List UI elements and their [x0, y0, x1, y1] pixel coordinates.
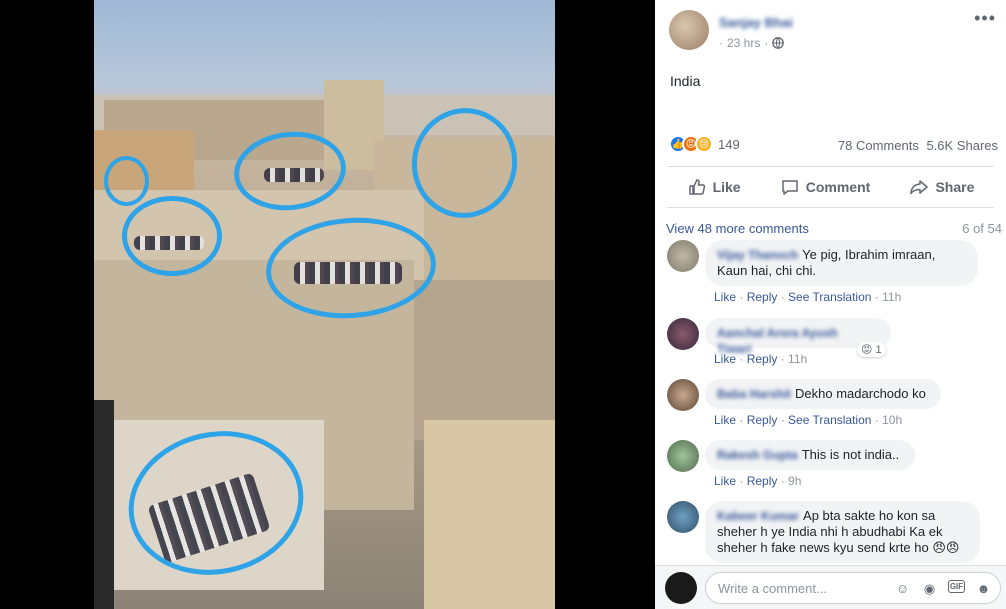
comment-like-link[interactable]: Like [714, 474, 736, 488]
commenter-avatar[interactable] [667, 440, 699, 472]
comment-bubble: Kabeer Kumar Ap bta sakte ho kon sa shehe… [705, 501, 980, 563]
meta-dot-2: · [764, 36, 769, 50]
comment-bubble: Vijay Thanoch Ye pig, Ibrahim imraan, Kau… [705, 240, 978, 286]
comment-actions: Like · Reply · See Translation · 10h [714, 413, 903, 427]
comment-button[interactable]: Comment [780, 177, 871, 197]
comment-like-link[interactable]: Like [714, 413, 736, 427]
composer-icons: ☺ ◉ GIF ☻ [894, 580, 992, 597]
see-translation-link[interactable]: See Translation [788, 413, 871, 427]
like-button[interactable]: Like [687, 177, 741, 197]
post-stats: 78 Comments 5.6K Shares [834, 138, 998, 153]
facebook-photo-viewer: Sanjay Bhai · 23 hrs · ••• India 👍 😡 😢 1… [0, 0, 1006, 609]
comment-time[interactable]: 11h [882, 290, 901, 304]
more-icon[interactable]: ••• [974, 8, 996, 29]
comment-reaction[interactable]: 😡 1 [857, 342, 886, 357]
post-header: Sanjay Bhai · 23 hrs · [669, 10, 793, 50]
share-button[interactable]: Share [909, 177, 974, 197]
gif-icon[interactable]: GIF [948, 580, 965, 593]
reaction-summary[interactable]: 👍 😡 😢 149 [669, 135, 740, 153]
like-icon [688, 179, 705, 195]
comment-item: Vijay Thanoch Ye pig, Ibrahim imraan, Kau… [667, 240, 998, 310]
comment-time[interactable]: 9h [788, 474, 801, 488]
commenter-avatar[interactable] [667, 318, 699, 350]
comment-icon [782, 180, 798, 195]
commenter-avatar[interactable] [667, 501, 699, 533]
share-label: Share [935, 179, 975, 195]
globe-icon [772, 37, 785, 49]
comment-text: Dekho madarchodo ko [795, 386, 926, 401]
commenter-name[interactable]: Kabeer Kumar [717, 509, 799, 523]
commenter-name[interactable]: Baba Harshit [717, 387, 791, 401]
comment-text: This is not india.. [801, 447, 900, 462]
share-count[interactable]: 5.6K Shares [926, 138, 998, 153]
comment-count[interactable]: 78 Comments [838, 138, 919, 153]
post-photo[interactable] [94, 0, 555, 609]
comment-reply-link[interactable]: Reply [747, 352, 778, 366]
comment-item: Kabeer Kumar Ap bta sakte ho kon sa shehe… [667, 501, 998, 563]
post-text: India [670, 73, 701, 89]
comment-bubble: Baba Harshit Dekho madarchodo ko [705, 379, 941, 409]
comment-item: Aanchal Arora Ayush Tiwari 😡 1 Like · Re… [667, 318, 998, 368]
self-avatar [665, 572, 697, 604]
comment-like-link[interactable]: Like [714, 290, 736, 304]
comment-page-count: 6 of 54 [962, 221, 1002, 236]
post-side-panel: Sanjay Bhai · 23 hrs · ••• India 👍 😡 😢 1… [655, 0, 1006, 609]
comment-reply-link[interactable]: Reply [747, 290, 778, 304]
comment-like-link[interactable]: Like [714, 352, 736, 366]
author-name[interactable]: Sanjay Bhai [719, 15, 793, 30]
comment-reply-link[interactable]: Reply [747, 474, 778, 488]
commenter-avatar[interactable] [667, 240, 699, 272]
comment-label: Comment [805, 179, 871, 195]
comment-actions: Like · Reply · 9h [714, 474, 802, 488]
view-more-comments-link[interactable]: View 48 more comments [666, 221, 809, 236]
comment-emojis: 😠😠 [932, 540, 960, 555]
comment-time[interactable]: 10h [882, 413, 902, 427]
share-icon [910, 180, 929, 195]
see-translation-link[interactable]: See Translation [788, 290, 871, 304]
post-meta: · 23 hrs · [719, 36, 785, 50]
comment-reaction-count: 1 [875, 343, 882, 356]
comment-reply-link[interactable]: Reply [747, 413, 778, 427]
commenter-name[interactable]: Vijay Thanoch [717, 248, 798, 262]
comment-item: Baba Harshit Dekho madarchodo ko Like · R… [667, 379, 998, 429]
commenter-name[interactable]: Rakesh Gupta [717, 448, 798, 462]
comment-item: Rakesh Gupta This is not india.. Like · R… [667, 440, 998, 490]
like-label: Like [712, 179, 741, 195]
comment-composer: ☺ ◉ GIF ☻ [655, 565, 1006, 609]
commenter-avatar[interactable] [667, 379, 699, 411]
action-bar: Like Comment Share [667, 166, 994, 208]
meta-dot: · [719, 36, 723, 50]
comment-bubble: Rakesh Gupta This is not india.. [705, 440, 915, 470]
comment-actions: Like · Reply · 11h [714, 352, 808, 366]
camera-icon[interactable]: ◉ [921, 580, 938, 597]
comment-actions: Like · Reply · See Translation · 11h [714, 290, 902, 304]
post-time[interactable]: 23 hrs [727, 36, 760, 50]
photo-area [0, 0, 655, 609]
reaction-count: 149 [718, 136, 740, 152]
sad-reaction-icon: 😢 [695, 135, 713, 153]
comment-time[interactable]: 11h [788, 352, 807, 366]
angry-reaction-icon: 😡 [861, 344, 873, 356]
emoji-icon[interactable]: ☺ [894, 580, 911, 597]
sticker-icon[interactable]: ☻ [975, 580, 992, 597]
author-avatar[interactable] [669, 10, 709, 50]
